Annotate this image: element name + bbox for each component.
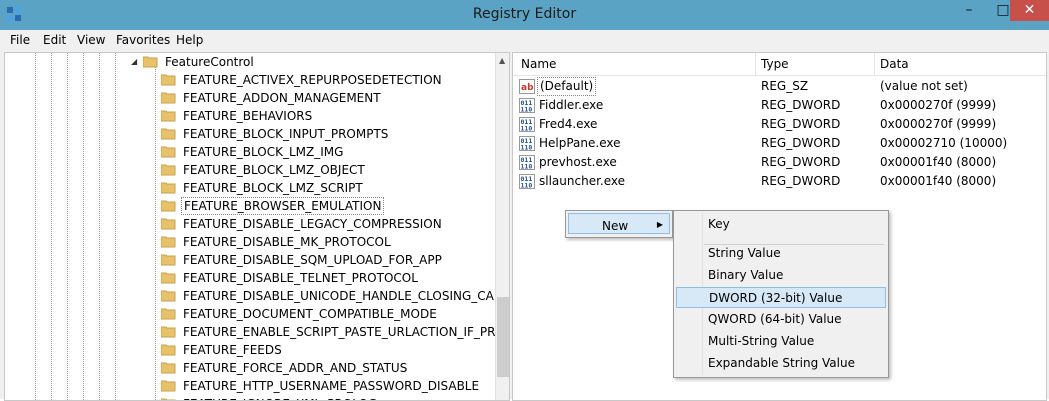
svg-text:ab: ab (521, 83, 534, 93)
menu-item-expandable-string-value[interactable]: Expandable String Value (676, 353, 886, 374)
value-data: 0x00002710 (10000) (880, 136, 1008, 150)
binary-value-icon: 011110 (519, 117, 535, 132)
value-name: Fiddler.exe (539, 98, 604, 112)
menu-item-key[interactable]: Key (676, 214, 886, 235)
tree-guide-line (99, 53, 100, 400)
value-data: (value not set) (880, 79, 968, 93)
value-data: 0x00001f40 (8000) (880, 174, 997, 188)
svg-text:110: 110 (521, 182, 533, 190)
registry-tree[interactable]: ◢ FeatureControl FEATURE_ACTIVEX_REPURPO… (4, 52, 510, 401)
close-button[interactable]: ✕ (1010, 0, 1049, 21)
value-row[interactable]: 011 110 HelpPane.exe REG_DWORD 0x00002710 (1… (513, 134, 1046, 153)
svg-text:110: 110 (521, 106, 533, 114)
folder-icon (161, 254, 176, 266)
context-menu: New ▶ (565, 210, 673, 238)
folder-icon (161, 308, 176, 320)
binary-value-icon: 011110 (519, 136, 535, 151)
menu-bar: File Edit View Favorites Help (0, 30, 1049, 51)
tree-guide-line (115, 53, 116, 400)
value-row[interactable]: 011 110 Fiddler.exe REG_DWORD 0x0000270f (99… (513, 96, 1046, 115)
folder-icon (161, 74, 176, 86)
svg-text:110: 110 (521, 163, 533, 171)
value-name: (Default) (537, 77, 597, 96)
folder-icon (161, 92, 176, 104)
menu-item-dword-value[interactable]: DWORD (32-bit) Value (676, 287, 886, 308)
submenu-arrow-icon: ▶ (656, 220, 663, 229)
tree-guide-line (67, 53, 68, 400)
folder-icon (161, 236, 176, 248)
window-title: Registry Editor (472, 6, 577, 22)
svg-text:110: 110 (521, 125, 533, 133)
value-row[interactable]: 011 110 Fred4.exe REG_DWORD 0x0000270f (9999… (513, 115, 1046, 134)
tree-guide-line (35, 53, 36, 400)
folder-icon (161, 326, 176, 338)
collapse-arrow-icon[interactable]: ◢ (131, 53, 137, 71)
menu-view[interactable]: View (77, 33, 105, 47)
menu-item-multi-string-value[interactable]: Multi-String Value (676, 331, 886, 352)
value-type: REG_DWORD (761, 155, 841, 169)
folder-icon (161, 164, 176, 176)
binary-value-icon: 011110 (519, 98, 535, 113)
title-bar: Registry Editor – □ ✕ (0, 0, 1049, 30)
scrollbar-thumb[interactable] (497, 297, 509, 377)
column-divider[interactable] (755, 53, 756, 75)
value-row[interactable]: 011 110 sllauncher.exe REG_DWORD 0x00001f40 … (513, 172, 1046, 191)
tree-guide-line (51, 53, 52, 400)
folder-icon (161, 362, 176, 374)
svg-text:110: 110 (521, 144, 533, 152)
value-data: 0x00001f40 (8000) (880, 155, 997, 169)
folder-icon (161, 380, 176, 392)
menu-item-string-value[interactable]: String Value (676, 243, 886, 264)
menu-item-new[interactable]: New ▶ (568, 213, 670, 234)
column-header-type[interactable]: Type (761, 57, 789, 71)
value-type: REG_DWORD (761, 136, 841, 150)
folder-icon (161, 272, 176, 284)
scroll-up-arrow-icon[interactable]: ▲ (499, 56, 505, 65)
menu-item-qword-value[interactable]: QWORD (64-bit) Value (676, 309, 886, 330)
value-name: HelpPane.exe (539, 136, 621, 150)
value-type: REG_DWORD (761, 117, 841, 131)
minimize-button[interactable]: – (946, 0, 992, 21)
value-name: Fred4.exe (539, 117, 598, 131)
value-row[interactable]: 011 110 prevhost.exe REG_DWORD 0x00001f40 (8… (513, 153, 1046, 172)
menu-item-binary-value[interactable]: Binary Value (676, 265, 886, 286)
value-type: REG_SZ (761, 79, 809, 93)
folder-icon (161, 146, 176, 158)
menu-help[interactable]: Help (176, 33, 203, 47)
new-submenu: Key String Value Binary Value DWORD (32-… (673, 210, 889, 378)
folder-icon (161, 290, 176, 302)
binary-value-icon: 011110 (519, 174, 535, 189)
value-name: prevhost.exe (539, 155, 617, 169)
folder-icon (161, 218, 176, 230)
value-name: sllauncher.exe (539, 174, 626, 188)
tree-guide-line (155, 67, 156, 400)
value-row[interactable]: ab (Default) REG_SZ (value not set) (513, 77, 1046, 96)
folder-icon (161, 344, 176, 356)
binary-value-icon: 011110 (519, 155, 535, 170)
tree-guide-line (83, 53, 84, 400)
menu-file[interactable]: File (10, 33, 30, 47)
column-divider[interactable] (874, 53, 875, 75)
folder-icon (161, 128, 176, 140)
column-header-data[interactable]: Data (880, 57, 909, 71)
value-data: 0x0000270f (9999) (880, 117, 997, 131)
folder-icon (161, 182, 176, 194)
menu-favorites[interactable]: Favorites (116, 33, 170, 47)
value-data: 0x0000270f (9999) (880, 98, 997, 112)
values-header: Name Type Data (513, 53, 1046, 76)
folder-open-icon (143, 56, 158, 68)
value-type: REG_DWORD (761, 98, 841, 112)
folder-icon (161, 200, 176, 212)
folder-icon (161, 110, 176, 122)
value-type: REG_DWORD (761, 174, 841, 188)
menu-edit[interactable]: Edit (43, 33, 66, 47)
tree-vertical-scrollbar[interactable]: ▲ (495, 53, 509, 400)
column-header-name[interactable]: Name (521, 57, 556, 71)
string-value-icon: ab (519, 79, 535, 94)
